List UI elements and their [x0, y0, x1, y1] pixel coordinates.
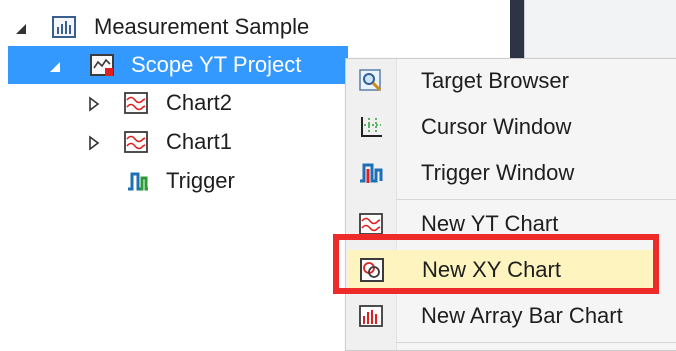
tree-item-chart2[interactable]: Chart2: [0, 84, 345, 122]
menu-item-label: Cursor Window: [421, 114, 572, 139]
tree-item-label: Chart1: [166, 129, 233, 154]
array-bar-chart-icon: [359, 305, 383, 327]
tree-item-trigger[interactable]: Trigger: [0, 162, 345, 200]
menu-item-label: Target Browser: [421, 68, 569, 93]
trigger-window-icon: [360, 163, 383, 183]
expanded-arrow-icon[interactable]: [14, 21, 30, 37]
tree-item-label: Measurement Sample: [94, 14, 310, 39]
tree-item-label: Trigger: [166, 168, 235, 193]
target-browser-icon: [359, 69, 382, 92]
collapsed-arrow-icon[interactable]: [86, 135, 102, 151]
menu-item-trigger-window[interactable]: Trigger Window: [346, 153, 676, 193]
expanded-arrow-icon[interactable]: [48, 59, 64, 75]
workspace-panel: [524, 0, 676, 60]
menu-item-new-array-bar-chart[interactable]: New Array Bar Chart: [346, 296, 676, 336]
cursor-window-icon: [361, 117, 382, 137]
yt-chart-icon: [124, 131, 148, 153]
tree-item-measurement-sample[interactable]: Measurement Sample: [0, 8, 510, 46]
menu-separator: [396, 199, 676, 200]
yt-chart-icon: [124, 92, 148, 114]
yt-chart-icon: [359, 213, 383, 235]
menu-item-target-browser[interactable]: Target Browser: [346, 61, 676, 101]
context-menu: Target Browser Cursor Window Trigger Win…: [345, 58, 676, 351]
tree-item-label: Scope YT Project: [131, 52, 302, 77]
annotation-highlight-box: [333, 234, 659, 294]
scope-project-icon: [90, 54, 114, 76]
trigger-icon: [128, 172, 148, 191]
tree-item-label: Chart2: [166, 90, 233, 115]
menu-item-label: Trigger Window: [421, 160, 575, 185]
collapsed-arrow-icon[interactable]: [86, 96, 102, 112]
tree-item-scope-yt-project[interactable]: Scope YT Project: [8, 46, 348, 84]
menu-item-cursor-window[interactable]: Cursor Window: [346, 107, 676, 147]
measurement-sample-icon: [52, 16, 76, 38]
menu-item-label: New Array Bar Chart: [421, 303, 623, 328]
tree-item-chart1[interactable]: Chart1: [0, 123, 345, 161]
menu-separator: [396, 342, 676, 343]
